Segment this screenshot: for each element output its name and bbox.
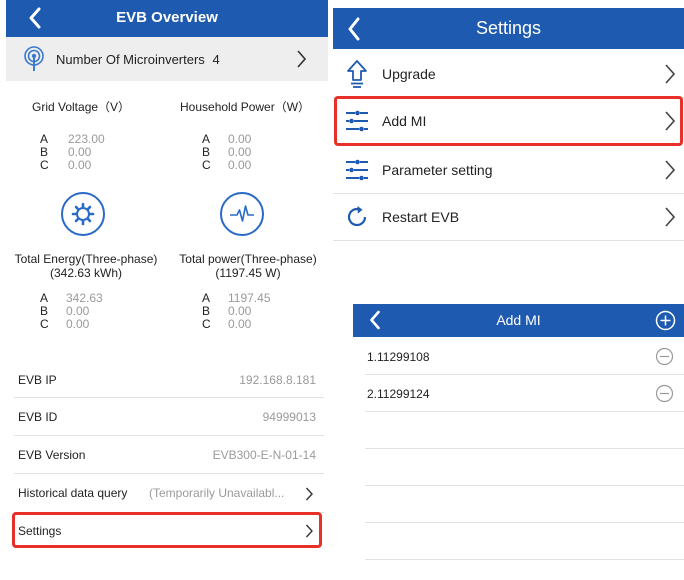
- total-energy-values: A 342.63 B 0.00 C 0.00: [40, 292, 150, 331]
- grid-voltage-a: 223.00: [68, 132, 105, 146]
- divider: [365, 448, 684, 449]
- historical-data-value: (Temporarily Unavailabl...: [149, 486, 285, 500]
- evb-overview-header: EVB Overview: [6, 0, 328, 37]
- phase-label: C: [40, 158, 49, 172]
- total-power-values: A 1197.45 B 0.00 C 0.00: [202, 292, 312, 331]
- evb-id-row: EVB ID 94999013: [6, 398, 322, 435]
- settings-header: Settings: [333, 8, 684, 49]
- chevron-right-icon: [665, 207, 675, 227]
- phase-label: A: [40, 132, 49, 146]
- evb-version-row: EVB Version EVB300-E-N-01-14: [6, 436, 322, 473]
- energy-gear-icon: [61, 192, 105, 236]
- parameter-setting-label: Parameter setting: [382, 162, 493, 178]
- total-power-label: Total power(Three-phase): [179, 252, 317, 266]
- add-mi-header: Add MI: [353, 304, 684, 337]
- grid-voltage-c: 0.00: [68, 158, 92, 172]
- remove-circle-icon[interactable]: [655, 347, 674, 366]
- grid-voltage-b: 0.00: [68, 145, 92, 159]
- mi-serial: 1.11299108: [367, 350, 430, 364]
- mi-serial: 2.11299124: [367, 387, 430, 401]
- household-power-b: 0.00: [228, 145, 252, 159]
- evb-ip-row: EVB IP 192.168.8.181: [6, 360, 322, 397]
- upgrade-label: Upgrade: [382, 66, 436, 82]
- divider: [365, 485, 684, 486]
- evb-ip-value: 192.168.8.181: [239, 373, 316, 387]
- chevron-right-icon: [665, 160, 675, 180]
- parameter-setting-row[interactable]: Parameter setting: [333, 147, 684, 193]
- evb-id-value: 94999013: [262, 410, 316, 424]
- sliders-icon: [346, 159, 368, 181]
- add-circle-icon[interactable]: [655, 310, 676, 331]
- remove-circle-icon[interactable]: [655, 384, 674, 403]
- total-power-c: 0.00: [228, 317, 252, 331]
- add-mi-panel: Add MI 1.11299108 2.11299124: [353, 304, 684, 580]
- historical-data-label: Historical data query: [18, 486, 128, 500]
- divider: [365, 411, 684, 412]
- total-energy-value: (342.63 kWh): [49, 266, 123, 280]
- total-energy-c: 0.00: [66, 317, 90, 331]
- chevron-right-icon: [305, 487, 313, 501]
- settings-panel: Settings Upgrade Add MI Parameter settin…: [333, 0, 684, 290]
- total-energy-a: 342.63: [66, 291, 103, 305]
- total-energy-title: Total Energy(Three-phase) (342.63 kWh): [0, 252, 172, 280]
- phase-label: B: [40, 304, 49, 318]
- page-title: EVB Overview: [116, 9, 218, 26]
- phase-label: A: [202, 291, 211, 305]
- microinverter-row[interactable]: Number Of Microinverters 4: [6, 37, 328, 81]
- household-power-values: A 0.00 B 0.00 C 0.00: [202, 133, 302, 172]
- household-power-a: 0.00: [228, 132, 252, 146]
- phase-label: B: [202, 145, 211, 159]
- historical-data-row[interactable]: Historical data query (Temporarily Unava…: [6, 474, 322, 512]
- microinverter-label: Number Of Microinverters: [56, 52, 205, 67]
- evb-id-label: EVB ID: [18, 410, 58, 424]
- restart-evb-row[interactable]: Restart EVB: [333, 194, 684, 240]
- restart-icon: [347, 206, 367, 227]
- restart-evb-label: Restart EVB: [382, 209, 460, 225]
- divider: [365, 522, 684, 523]
- evb-overview-panel: EVB Overview Number Of Microinverters 4 …: [0, 0, 328, 580]
- settings-highlight: [12, 512, 322, 548]
- mi-list-item: 1.11299108: [353, 338, 684, 374]
- evb-ip-label: EVB IP: [18, 373, 57, 387]
- power-pulse-icon: [220, 192, 264, 236]
- total-power-value: (1197.45 W): [215, 266, 281, 280]
- settings-title: Settings: [475, 18, 542, 38]
- grid-voltage-title: Grid Voltage（V）: [32, 100, 131, 114]
- total-energy-b: 0.00: [66, 304, 90, 318]
- total-power-a: 1197.45: [228, 291, 271, 305]
- evb-version-value: EVB300-E-N-01-14: [212, 448, 316, 462]
- chevron-right-icon: [665, 64, 675, 84]
- phase-label: B: [40, 145, 49, 159]
- mi-list-item: 2.11299124: [353, 375, 684, 411]
- total-power-b: 0.00: [228, 304, 252, 318]
- upgrade-arrow-icon: [347, 60, 367, 88]
- signal-tower-icon: [24, 46, 44, 71]
- evb-version-label: EVB Version: [18, 448, 86, 462]
- microinverter-count: 4: [212, 52, 220, 67]
- phase-label: C: [202, 158, 211, 172]
- chevron-right-icon: [297, 50, 306, 68]
- phase-label: A: [40, 291, 49, 305]
- total-power-title: Total power(Three-phase) (1197.45 W): [172, 252, 324, 280]
- phase-label: C: [202, 317, 211, 331]
- divider: [333, 240, 684, 241]
- household-power-title: Household Power（W）: [180, 100, 311, 114]
- add-mi-title: Add MI: [496, 312, 541, 328]
- phase-label: C: [40, 317, 49, 331]
- divider: [365, 559, 684, 560]
- household-power-c: 0.00: [228, 158, 252, 172]
- add-mi-highlight: [334, 96, 683, 146]
- phase-label: B: [202, 304, 211, 318]
- total-energy-label: Total Energy(Three-phase): [14, 252, 158, 266]
- upgrade-row[interactable]: Upgrade: [333, 51, 684, 97]
- grid-voltage-values: A 223.00 B 0.00 C 0.00: [40, 133, 140, 172]
- phase-label: A: [202, 132, 211, 146]
